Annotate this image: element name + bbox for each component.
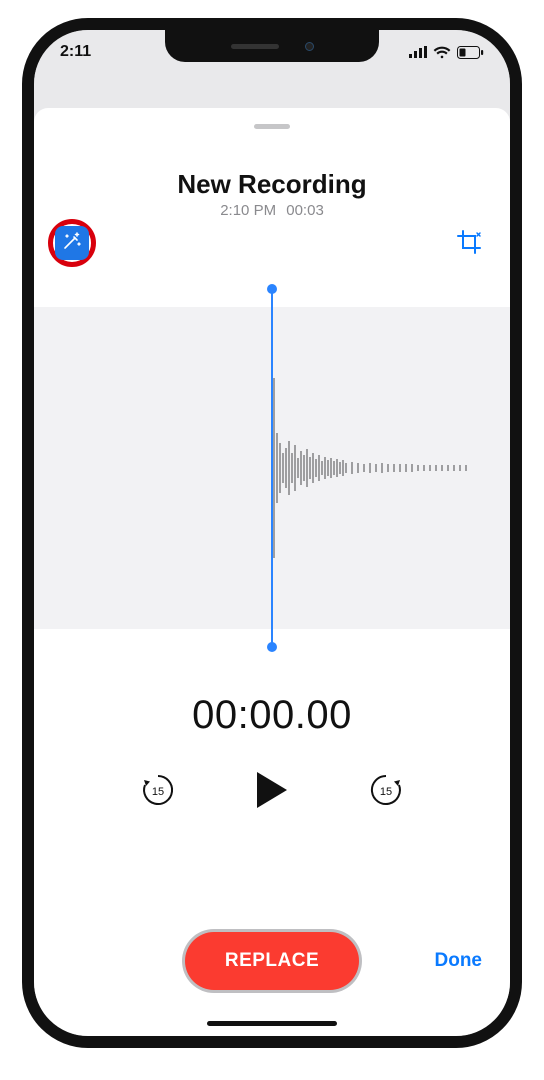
svg-text:15: 15 bbox=[380, 786, 392, 798]
status-time: 2:11 bbox=[60, 43, 91, 61]
play-icon bbox=[255, 770, 289, 815]
skip-back-15-button[interactable]: 15 bbox=[138, 772, 178, 812]
phone-frame: 2:11 New Recording 2:10 PM 00:03 bbox=[22, 18, 522, 1048]
sheet-grabber[interactable] bbox=[254, 124, 290, 129]
notch bbox=[165, 30, 379, 62]
wand-icon bbox=[62, 231, 82, 256]
cellular-icon bbox=[409, 46, 427, 58]
recording-duration: 00:03 bbox=[286, 202, 324, 219]
recording-time: 2:10 PM bbox=[220, 202, 276, 219]
time-readout: 00:00.00 bbox=[34, 693, 510, 738]
done-button[interactable]: Done bbox=[435, 950, 483, 972]
svg-text:15: 15 bbox=[152, 786, 164, 798]
skip-back-icon: 15 bbox=[139, 771, 177, 814]
highlight-ring bbox=[48, 219, 96, 267]
trim-button[interactable] bbox=[452, 227, 486, 261]
recording-title[interactable]: New Recording bbox=[34, 169, 510, 200]
editor-sheet: New Recording 2:10 PM 00:03 bbox=[34, 108, 510, 1036]
waveform-scrubber[interactable] bbox=[34, 283, 510, 653]
crop-icon bbox=[455, 228, 483, 261]
playhead[interactable] bbox=[271, 289, 273, 647]
replace-button[interactable]: REPLACE bbox=[185, 932, 359, 990]
skip-forward-15-button[interactable]: 15 bbox=[366, 772, 406, 812]
home-indicator[interactable] bbox=[207, 1021, 337, 1026]
wifi-icon bbox=[433, 46, 451, 59]
play-button[interactable] bbox=[248, 768, 296, 816]
enhance-recording-button[interactable] bbox=[55, 226, 89, 260]
recording-subtitle: 2:10 PM 00:03 bbox=[34, 202, 510, 219]
skip-forward-icon: 15 bbox=[367, 771, 405, 814]
playback-controls: 15 15 bbox=[34, 768, 510, 816]
battery-icon bbox=[457, 46, 484, 59]
